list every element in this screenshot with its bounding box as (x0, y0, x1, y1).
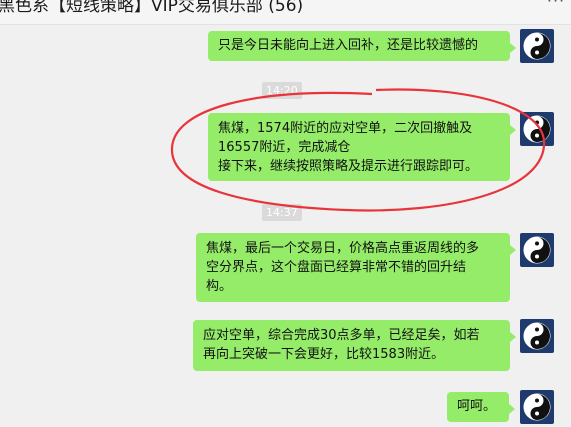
message-bubble[interactable]: 焦煤，最后一个交易日，价格高点重返周线的多 空分界点，这个盘面已经算非常不错的回… (196, 233, 516, 302)
avatar[interactable] (520, 233, 554, 267)
chat-message-area[interactable]: 只是今日未能向上进入回补，还是比较遗憾的 14:20 焦煤，1574附近的应对空… (0, 25, 571, 427)
message-text: 应对空单，综合完成30点多单，已经足矣，如若 (203, 328, 480, 343)
yin-yang-icon (523, 393, 551, 421)
yin-yang-icon (523, 322, 551, 350)
avatar[interactable] (520, 29, 554, 63)
message-bubble[interactable]: 应对空单，综合完成30点多单，已经足矣，如若 再向上突破一下会更好，比较1583… (193, 320, 516, 371)
timestamp: 14:20 (262, 82, 302, 99)
yin-yang-icon (523, 32, 551, 60)
message-text: 呵呵。 (457, 399, 497, 414)
chat-title: 黑色系【短线策略】VIP交易俱乐部 (56) (0, 0, 304, 16)
message-bubble[interactable]: 焦煤，1574附近的应对空单，二次回撤触及 16557附近，完成减仓 接下来，继… (208, 113, 516, 181)
message-text: 接下来，继续按照策略及提示进行跟踪即可。 (218, 159, 479, 174)
message-text: 空分界点，这个盘面已经算非常不错的回升结 (206, 260, 467, 275)
message-text: 再向上突破一下会更好，比较1583附近。 (203, 347, 445, 362)
message-text: 构。 (206, 279, 233, 294)
message-text: 焦煤，最后一个交易日，价格高点重返周线的多 (206, 241, 480, 256)
avatar[interactable] (520, 319, 554, 353)
yin-yang-icon (523, 115, 551, 143)
message-text: 只是今日未能向上进入回补，还是比较遗憾的 (218, 38, 479, 53)
message-text: 16557附近，完成减仓 (218, 140, 351, 155)
more-icon[interactable]: ··· (541, 0, 571, 15)
yin-yang-icon (523, 236, 551, 264)
title-bar: 黑色系【短线策略】VIP交易俱乐部 (56) ··· (0, 0, 571, 24)
message-bubble[interactable]: 只是今日未能向上进入回补，还是比较遗憾的 (208, 31, 516, 61)
message-bubble[interactable]: 呵呵。 (447, 392, 515, 422)
avatar[interactable] (520, 390, 554, 424)
timestamp: 14:37 (262, 204, 302, 221)
message-text: 焦煤，1574附近的应对空单，二次回撤触及 (218, 121, 473, 136)
avatar[interactable] (520, 112, 554, 146)
